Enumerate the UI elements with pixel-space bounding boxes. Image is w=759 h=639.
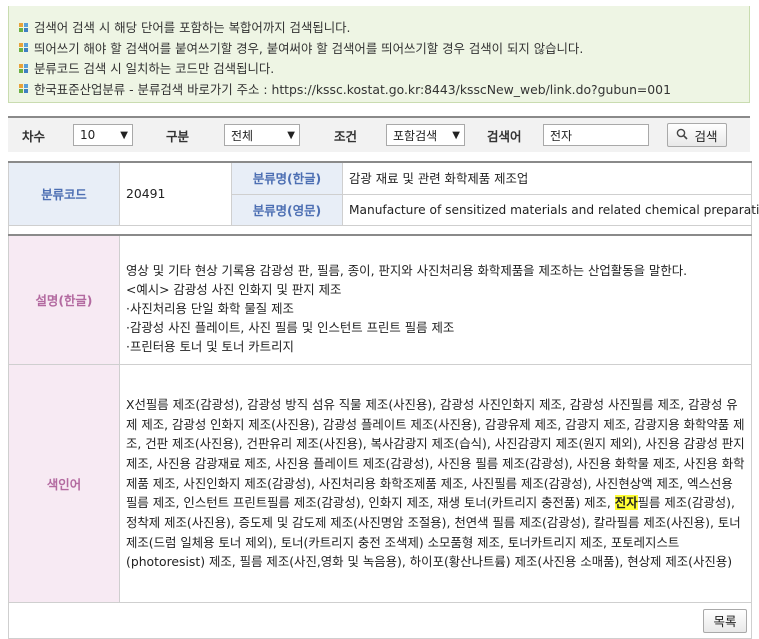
name-kr-row: 분류코드 20491 분류명(한글) 감광 재료 및 관련 화학제품 제조업	[8, 161, 752, 226]
condition-select-value: 포함검색	[393, 128, 438, 143]
keyword-input[interactable]: 전자	[543, 124, 649, 146]
category-select[interactable]: 전체 ▼	[224, 124, 300, 146]
grid-bullet-icon	[19, 43, 28, 53]
notice-text: 검색어 검색 시 해당 단어를 포함하는 복합어까지 검색됩니다.	[34, 20, 351, 36]
footer-cell: 목록	[8, 602, 752, 639]
search-bar: 차수 10 ▼ 구분 전체 ▼ 조건 포함검색 ▼ 검색어 전자 검색	[8, 116, 750, 152]
notice-line: 띄어쓰기 해야 할 검색어를 붙여쓰기할 경우, 붙여써야 할 검색어를 띄어쓰…	[19, 38, 749, 59]
chevron-down-icon: ▼	[452, 129, 460, 141]
notice-line: 한국표준산업분류 - 분류검색 바로가기 주소 : https://kssc.k…	[19, 79, 749, 100]
degree-select[interactable]: 10 ▼	[73, 124, 133, 146]
description-value: 영상 및 기타 현상 기록용 감광성 판, 필름, 종이, 판지와 사진처리용 …	[119, 234, 752, 365]
description-line: ·프린터용 토너 및 토너 카트리지	[126, 339, 294, 354]
notice-line: 분류코드 검색 시 일치하는 코드만 검색됩니다.	[19, 58, 749, 79]
degree-label: 차수	[22, 128, 46, 144]
chevron-down-icon: ▼	[287, 129, 295, 141]
keyword-label: 검색어	[487, 128, 522, 144]
classification-detail-table: 분류코드 20491 분류명(한글) 감광 재료 및 관련 화학제품 제조업 분…	[8, 161, 759, 639]
search-button[interactable]: 검색	[667, 123, 727, 147]
description-line: <예시> 감광성 사진 인화지 및 판지 제조	[126, 282, 342, 297]
list-button[interactable]: 목록	[703, 608, 747, 633]
name-kr-value: 감광 재료 및 관련 화학제품 제조업	[342, 161, 752, 195]
notice-text: 띄어쓰기 해야 할 검색어를 붙여쓰기할 경우, 붙여써야 할 검색어를 띄어쓰…	[34, 40, 584, 56]
search-button-label: 검색	[694, 128, 718, 144]
footer-row: 목록	[8, 602, 752, 639]
code-value: 20491	[119, 161, 232, 226]
notice-text: 한국표준산업분류 - 분류검색 바로가기 주소 : https://kssc.k…	[34, 81, 671, 97]
name-en-header: 분류명(영문)	[231, 193, 343, 226]
condition-select[interactable]: 포함검색 ▼	[386, 124, 465, 146]
code-header: 분류코드	[8, 161, 120, 226]
description-row: 설명(한글) 영상 및 기타 현상 기록용 감광성 판, 필름, 종이, 판지와…	[8, 234, 752, 365]
description-line: ·감광성 사진 플레이트, 사진 필름 및 인스턴트 프린트 필름 제조	[126, 320, 455, 335]
grid-bullet-icon	[19, 84, 28, 94]
index-row: 색인어 X선필름 제조(감광성), 감광성 방직 섬유 직물 제조(사진용), …	[8, 364, 752, 603]
index-header: 색인어	[8, 364, 120, 603]
name-en-value: Manufacture of sensitized materials and …	[342, 193, 759, 226]
search-highlight: 전자	[614, 495, 638, 511]
degree-select-value: 10	[80, 128, 96, 142]
grid-bullet-icon	[19, 63, 28, 73]
notice-line: 검색어 검색 시 해당 단어를 포함하는 복합어까지 검색됩니다.	[19, 17, 749, 38]
search-icon	[676, 128, 689, 143]
category-label: 구분	[166, 128, 190, 144]
description-line: ·사진처리용 단일 화학 물질 제조	[126, 301, 294, 316]
category-select-value: 전체	[231, 128, 254, 143]
search-notice-box: 검색어 검색 시 해당 단어를 포함하는 복합어까지 검색됩니다. 띄어쓰기 해…	[8, 6, 750, 103]
index-value: X선필름 제조(감광성), 감광성 방직 섬유 직물 제조(사진용), 감광성 …	[119, 364, 752, 603]
condition-label: 조건	[334, 128, 358, 144]
spacer-row	[8, 224, 752, 236]
list-button-label: 목록	[713, 614, 737, 629]
index-text-before: X선필름 제조(감광성), 감광성 방직 섬유 직물 제조(사진용), 감광성 …	[126, 396, 745, 511]
chevron-down-icon: ▼	[120, 129, 128, 141]
name-kr-header: 분류명(한글)	[231, 161, 343, 195]
grid-bullet-icon	[19, 22, 28, 32]
description-line: 영상 및 기타 현상 기록용 감광성 판, 필름, 종이, 판지와 사진처리용 …	[126, 263, 688, 278]
notice-text: 분류코드 검색 시 일치하는 코드만 검색됩니다.	[34, 61, 275, 77]
keyword-input-value: 전자	[550, 128, 573, 143]
description-header: 설명(한글)	[8, 234, 120, 365]
